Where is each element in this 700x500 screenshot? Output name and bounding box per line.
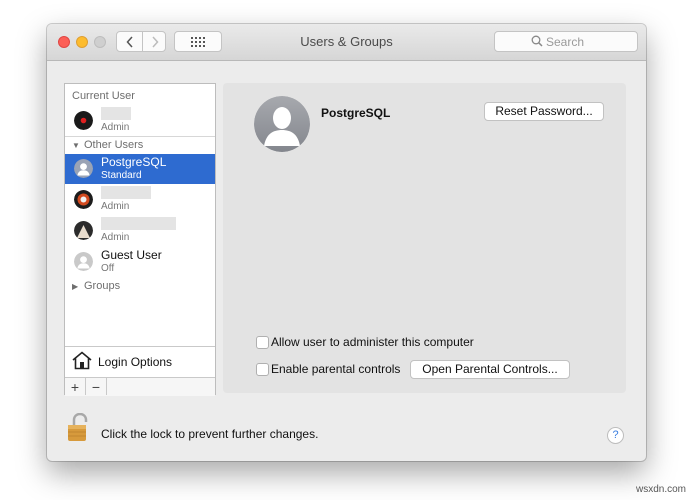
lock-message: Click the lock to prevent further change… (101, 427, 319, 441)
users-groups-window: Users & Groups Current User Admin ▼ Othe… (47, 24, 646, 461)
avatar (74, 221, 93, 240)
padlock-open-icon (68, 412, 88, 441)
current-user-row[interactable]: Admin (65, 106, 215, 136)
house-icon (72, 351, 92, 370)
person-silhouette-icon (74, 159, 93, 178)
users-sidebar: Current User Admin ▼ Other Users Postgre… (64, 83, 216, 396)
user-avatar[interactable] (254, 96, 310, 152)
groups-label[interactable]: Groups (84, 280, 120, 292)
record-avatar-icon (74, 111, 93, 130)
avatar (74, 252, 93, 271)
open-parental-controls-button[interactable]: Open Parental Controls... (410, 360, 570, 379)
photo-avatar-icon (74, 221, 93, 240)
lock-button[interactable] (64, 412, 94, 448)
user-row-admin-2[interactable]: Admin (65, 216, 215, 246)
allow-admin-label: Allow user to administer this computer (271, 335, 474, 349)
search-input[interactable] (546, 34, 634, 49)
other-users-header: Other Users (84, 139, 144, 151)
user-detail-pane: PostgreSQL Reset Password... Allow user … (223, 83, 626, 393)
parental-controls-checkbox[interactable] (256, 363, 269, 376)
search-field[interactable] (494, 31, 638, 52)
title-bar: Users & Groups (47, 24, 646, 61)
search-icon (531, 35, 543, 47)
user-role: Admin (101, 201, 130, 212)
login-options-label: Login Options (98, 355, 173, 369)
add-remove-bar: + − (65, 377, 215, 396)
user-name-redacted (101, 107, 131, 120)
watermark: wsxdn.com (636, 484, 687, 495)
parental-controls-label: Enable parental controls (271, 362, 401, 376)
avatar (74, 190, 93, 209)
user-role: Off (101, 263, 115, 274)
user-role: Standard (101, 170, 142, 181)
user-row-admin-1[interactable]: Admin (65, 185, 215, 215)
disclosure-down-icon[interactable]: ▼ (72, 141, 80, 150)
user-role: Admin (101, 122, 130, 133)
current-user-header: Current User (72, 90, 135, 102)
user-row-postgresql[interactable]: PostgreSQL Standard (65, 154, 215, 184)
avatar (74, 111, 93, 130)
login-options-item[interactable]: Login Options (65, 346, 215, 377)
avatar (74, 159, 93, 178)
divider (65, 136, 215, 137)
user-name: Guest User (101, 248, 162, 262)
person-silhouette-icon (254, 96, 310, 152)
user-name-redacted (101, 186, 151, 199)
help-button[interactable]: ? (607, 427, 624, 444)
person-silhouette-icon (74, 252, 93, 271)
target-avatar-icon (74, 190, 93, 209)
disclosure-right-icon[interactable]: ▶ (72, 282, 78, 291)
allow-admin-checkbox[interactable] (256, 336, 269, 349)
reset-password-button[interactable]: Reset Password... (484, 102, 604, 121)
user-role: Admin (101, 232, 130, 243)
user-row-guest[interactable]: Guest User Off (65, 247, 215, 277)
selected-user-name: PostgreSQL (321, 106, 391, 120)
add-user-button[interactable]: + (65, 378, 86, 395)
user-name-redacted (101, 217, 176, 230)
remove-user-button[interactable]: − (86, 378, 107, 395)
user-name: PostgreSQL (101, 155, 167, 169)
